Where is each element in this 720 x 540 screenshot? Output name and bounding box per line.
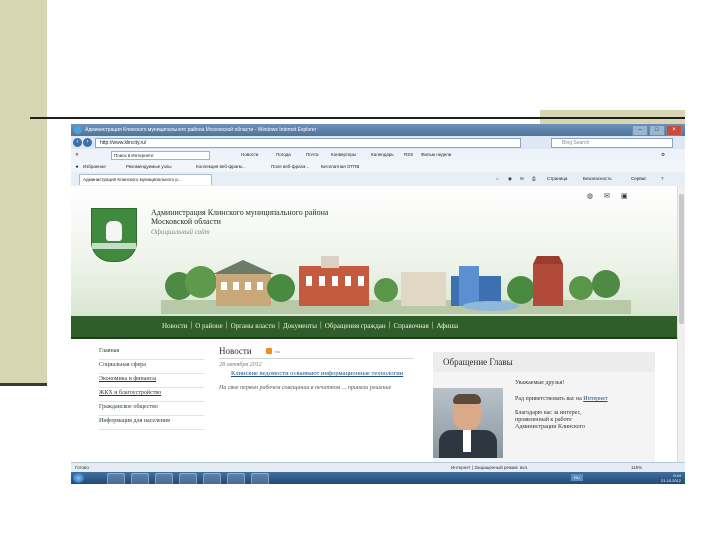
- rss-icon[interactable]: [265, 348, 272, 354]
- toolbar-film[interactable]: Фильм недели: [421, 152, 451, 157]
- slide-band-line: [0, 383, 47, 386]
- browser-screenshot: Администрация Клинского муниципального р…: [71, 124, 685, 484]
- tab-bar: Администрация Клинского муниципального р…: [71, 172, 685, 187]
- home-page-icon[interactable]: ▣: [621, 193, 628, 200]
- fav-free[interactable]: Бесплатная ОТПВ: [321, 164, 359, 169]
- favorites-star-icon[interactable]: ★: [75, 164, 79, 170]
- language-icon[interactable]: ◍: [587, 193, 594, 200]
- toolbar-mail[interactable]: Почта: [306, 152, 319, 157]
- sidebar-item-housing[interactable]: ЖКХ и благоустройство: [99, 388, 204, 402]
- toolbar-close-icon[interactable]: ✕: [75, 152, 79, 158]
- sidebar-menu: Главная Социальная сфера Экономика и фин…: [99, 346, 204, 430]
- news-excerpt: На свое первом рабочем совещании в печат…: [219, 385, 392, 391]
- taskbar-folder-icon[interactable]: [251, 473, 269, 484]
- news-date: 28 октября 2012: [219, 362, 262, 368]
- favorites-bar: ★ Избранное Рекомендуемые узлы Коллекция…: [71, 161, 685, 172]
- sidebar-item-info[interactable]: Информация для населения: [99, 416, 204, 430]
- appeal-line-4: проявленный к работе: [515, 417, 572, 423]
- windows-taskbar: RU 9:44 21.10.2012: [71, 472, 685, 484]
- nav-about[interactable]: О районе: [192, 322, 226, 330]
- address-bar: ‹ › http://www.klincity.ru/ Bing Search: [71, 136, 685, 149]
- header-buildings-illustration: [161, 256, 631, 314]
- coat-of-arms-logo: [91, 208, 137, 262]
- url-input[interactable]: http://www.klincity.ru/: [95, 138, 521, 148]
- forward-button[interactable]: ›: [83, 138, 92, 147]
- taskbar-word-icon[interactable]: [203, 473, 221, 484]
- system-clock[interactable]: 9:44 21.10.2012: [661, 473, 681, 483]
- site-title: Администрация Клинского муниципального р…: [151, 208, 329, 226]
- clock-date: 21.10.2012: [660, 478, 681, 483]
- search-input[interactable]: Bing Search: [551, 138, 673, 148]
- home-icon[interactable]: ⌂: [496, 176, 499, 181]
- nav-appeals[interactable]: Обращения граждан: [322, 322, 389, 330]
- appeal-heading: Обращение Главы: [443, 357, 513, 367]
- browser-titlebar: Администрация Клинского муниципального р…: [71, 124, 685, 136]
- site-subtitle: Официальный сайт: [151, 228, 210, 236]
- status-text: Готово: [75, 465, 89, 470]
- page-menu[interactable]: Страница: [547, 176, 567, 181]
- fav-recommended[interactable]: Рекомендуемые узлы: [126, 164, 171, 169]
- back-button[interactable]: ‹: [73, 138, 82, 147]
- close-button[interactable]: ×: [666, 125, 682, 136]
- site-header: Администрация Клинского муниципального р…: [71, 186, 677, 316]
- minimize-button[interactable]: –: [632, 125, 648, 136]
- appeal-line-3: Благодарю вас за интерес,: [515, 410, 582, 416]
- window-title: Администрация Клинского муниципального р…: [85, 127, 317, 133]
- rss-label[interactable]: rss: [275, 349, 280, 354]
- toolbar-weather[interactable]: Погода: [276, 152, 291, 157]
- zoom-level[interactable]: 115%: [631, 465, 642, 470]
- sidebar-item-social[interactable]: Социальная сфера: [99, 360, 204, 374]
- taskbar-paint-icon[interactable]: [227, 473, 245, 484]
- taskbar-explorer-icon[interactable]: [107, 473, 125, 484]
- favorites-button[interactable]: Избранное: [83, 164, 106, 169]
- sidebar-item-economy[interactable]: Экономика и финансы: [99, 374, 204, 388]
- nav-authorities[interactable]: Органы власти: [228, 322, 278, 330]
- print-icon[interactable]: ⎙: [532, 176, 536, 181]
- taskbar-ie-icon[interactable]: [179, 473, 197, 484]
- taskbar-mail-icon[interactable]: [131, 473, 149, 484]
- news-heading: Новости: [219, 346, 252, 356]
- fav-webslice-field[interactable]: Поле веб-фрагм...: [271, 164, 309, 169]
- vertical-scrollbar[interactable]: [677, 186, 685, 462]
- ie-icon: [74, 126, 82, 134]
- appeal-greeting: Уважаемые друзья!: [515, 380, 565, 386]
- sidebar-item-civil-society[interactable]: Гражданское общество: [99, 402, 204, 416]
- news-section: Новости rss 28 октября 2012 Клинские вед…: [219, 346, 414, 392]
- sidebar-item-main[interactable]: Главная: [99, 346, 204, 360]
- tools-menu[interactable]: Сервис: [631, 176, 646, 181]
- toolbar-rss[interactable]: RSS: [404, 152, 413, 157]
- fav-webslice-gallery[interactable]: Коллекция веб-фрагм...: [196, 164, 246, 169]
- toolbar-news[interactable]: Новости: [241, 152, 258, 157]
- nav-news[interactable]: Новости: [159, 322, 190, 330]
- tab-active[interactable]: Администрация Клинского муниципального р…: [79, 174, 212, 185]
- main-navigation: Новости | О районе | Органы власти | Докуме…: [71, 316, 677, 339]
- toolbar-search-field[interactable]: Поиск в Интернете: [111, 151, 210, 160]
- sitemap-icon[interactable]: ✉: [604, 193, 611, 200]
- nav-documents[interactable]: Документы: [280, 322, 320, 330]
- nav-events[interactable]: Афиша: [434, 322, 462, 330]
- feeds-icon[interactable]: ◉: [508, 176, 512, 182]
- web-page: Администрация Клинского муниципального р…: [71, 186, 677, 462]
- security-zone: Интернет | Защищенный режим: вкл.: [451, 465, 529, 470]
- mail-icon[interactable]: ✉: [520, 176, 524, 182]
- toolbar-converters[interactable]: Конвертеры: [331, 152, 356, 157]
- safety-menu[interactable]: Безопасность: [583, 176, 612, 181]
- appeal-line-5: Администрации Клинского: [515, 424, 585, 430]
- toolbar-calendar[interactable]: Календарь: [371, 152, 394, 157]
- official-photo: [433, 388, 503, 458]
- nav-reference[interactable]: Справочная: [390, 322, 431, 330]
- help-icon[interactable]: ?: [661, 176, 664, 181]
- slide-band: [0, 0, 47, 385]
- appeal-line-2: Рад приветствовать вас на Интернет: [515, 396, 608, 402]
- news-headline-link[interactable]: Клинские ведомости осваивают информацион…: [219, 370, 414, 377]
- taskbar-media-icon[interactable]: [155, 473, 173, 484]
- maximize-button[interactable]: □: [649, 125, 665, 136]
- head-appeal-panel: Обращение Главы Уважаемые друзья! Рад пр…: [433, 352, 655, 462]
- start-button[interactable]: [73, 473, 84, 483]
- language-indicator[interactable]: RU: [571, 474, 583, 481]
- slide-rule: [30, 117, 685, 119]
- toolbar-settings-icon[interactable]: ⚙: [661, 152, 665, 158]
- internet-link[interactable]: Интернет: [583, 396, 607, 402]
